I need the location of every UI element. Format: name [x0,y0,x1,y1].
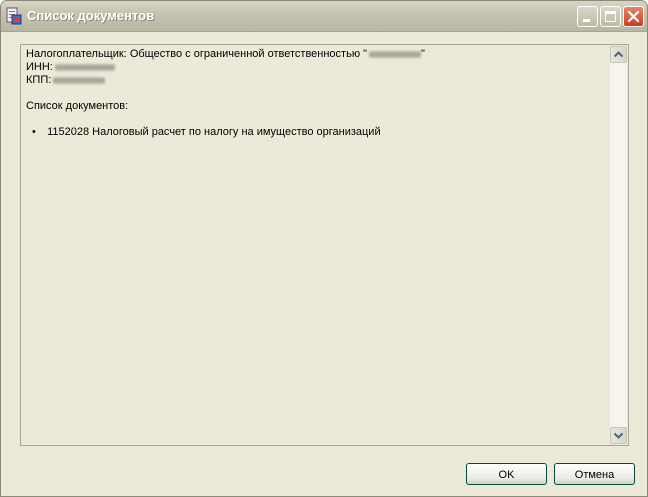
scroll-up-arrow-icon [614,51,623,58]
list-item: • 1152028 Налоговый расчет по налогу на … [32,126,606,139]
taxpayer-name-close: " [421,48,425,60]
documents-dialog: Список документов Налогоплательщик: Обще… [0,0,648,497]
scroll-up-button[interactable] [610,46,627,63]
minimize-icon [583,19,590,22]
bullet-icon: • [32,126,36,138]
documents-panel[interactable]: Налогоплательщик: Общество с ограниченно… [20,44,629,446]
maximize-button[interactable] [600,6,621,27]
maximize-icon [605,11,616,22]
taxpayer-name: Общество с ограниченной ответственностью… [129,48,368,60]
redacted-inn [54,63,115,71]
window-title: Список документов [27,8,155,23]
close-button[interactable] [623,6,644,27]
documents-list: • 1152028 Налоговый расчет по налогу на … [26,126,606,139]
minimize-button[interactable] [577,6,598,27]
vertical-scrollbar[interactable] [610,46,627,444]
documents-heading: Список документов: [26,100,129,112]
document-code: 1152028 [47,126,90,138]
redacted-taxpayer-name [369,50,422,58]
taxpayer-line: Налогоплательщик: Общество с ограниченно… [26,48,606,61]
document-list-icon [6,7,22,25]
scroll-down-arrow-icon [614,432,623,439]
close-icon [627,10,640,23]
taxpayer-label: Налогоплательщик: [26,48,127,60]
redacted-kpp [53,76,106,84]
documents-text: Налогоплательщик: Общество с ограниченно… [26,48,606,139]
kpp-line: КПП: [26,74,606,87]
document-name: Налоговый расчет по налогу на имущество … [92,126,381,138]
scroll-down-button[interactable] [610,427,627,444]
kpp-label: КПП: [26,74,52,86]
ok-button[interactable]: OK [466,463,547,485]
inn-line: ИНН: [26,61,606,74]
title-bar[interactable]: Список документов [1,1,647,32]
cancel-button[interactable]: Отмена [554,463,635,485]
inn-label: ИНН: [26,61,53,73]
